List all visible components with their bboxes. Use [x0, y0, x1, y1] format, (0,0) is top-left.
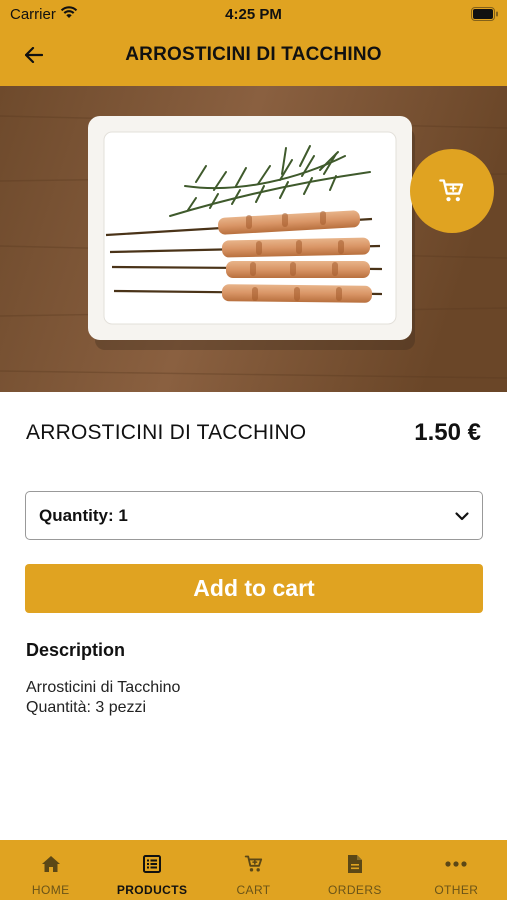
home-icon	[40, 853, 62, 875]
product-image-carousel[interactable]	[0, 86, 507, 392]
cart-icon	[243, 853, 265, 875]
quantity-value: Quantity: 1	[39, 506, 128, 525]
status-bar: Carrier 4:25 PM	[0, 0, 507, 28]
product-image	[0, 86, 507, 392]
nav-bar: ARROSTICINI DI TACCHINO	[0, 28, 507, 86]
tab-home[interactable]: HOME	[0, 840, 101, 900]
clock: 4:25 PM	[225, 6, 282, 23]
tab-cart[interactable]: CART	[203, 840, 304, 900]
tab-label: CART	[236, 883, 271, 897]
page-title: ARROSTICINI DI TACCHINO	[125, 44, 382, 65]
more-icon	[445, 853, 467, 875]
add-to-cart-button[interactable]: Add to cart	[25, 564, 483, 613]
quantity-select[interactable]: Quantity: 1	[25, 491, 483, 540]
tab-label: OTHER	[434, 883, 479, 897]
tab-bar: HOME PRODUCTS CART ORDERS OTHER	[0, 840, 507, 900]
cart-button[interactable]	[410, 149, 494, 233]
chevron-down-icon	[454, 508, 470, 529]
tab-label: HOME	[31, 883, 70, 897]
product-name: ARROSTICINI DI TACCHINO	[26, 421, 307, 444]
battery-icon	[471, 7, 499, 26]
tab-label: ORDERS	[328, 883, 382, 897]
cart-icon	[438, 177, 466, 205]
tab-label: PRODUCTS	[116, 883, 188, 897]
description-text: Arrosticini di Tacchino Quantità: 3 pezz…	[26, 679, 181, 716]
document-icon	[344, 853, 366, 875]
tab-other[interactable]: OTHER	[406, 840, 507, 900]
product-price: 1.50 €	[414, 419, 481, 446]
description-heading: Description	[26, 640, 126, 660]
tab-products[interactable]: PRODUCTS	[101, 840, 202, 900]
tab-orders[interactable]: ORDERS	[304, 840, 405, 900]
list-icon	[141, 853, 163, 875]
